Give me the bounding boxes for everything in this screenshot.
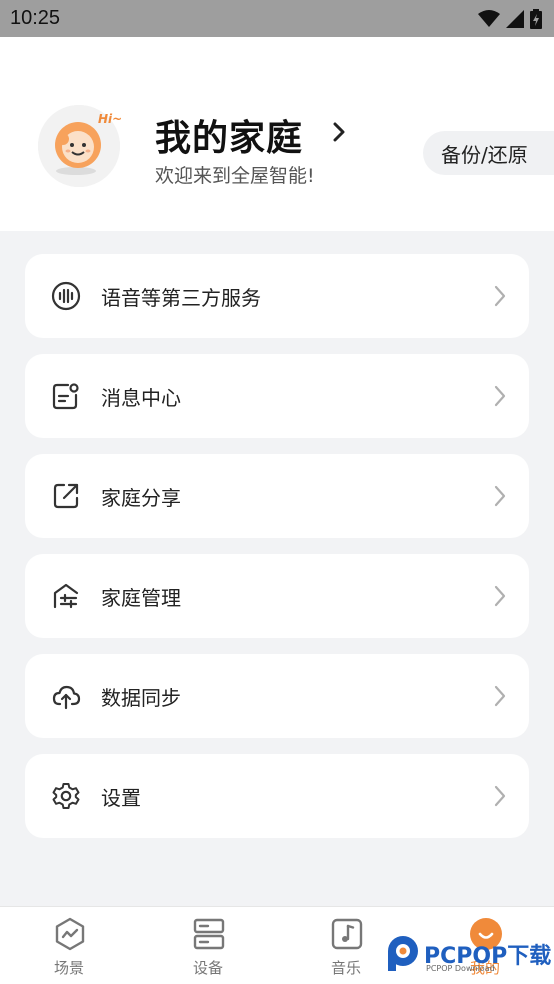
wifi-icon xyxy=(478,9,500,27)
tab-scene[interactable]: 场景 xyxy=(19,907,119,984)
chevron-right-icon[interactable] xyxy=(330,121,348,143)
menu-item-message-center[interactable]: 消息中心 xyxy=(25,354,529,438)
menu-item-label: 家庭分享 xyxy=(101,486,181,510)
chevron-right-icon xyxy=(494,585,506,607)
device-icon xyxy=(193,918,225,950)
chevron-right-icon xyxy=(494,385,506,407)
menu-item-data-sync[interactable]: 数据同步 xyxy=(25,654,529,738)
cloud-upload-icon xyxy=(52,685,81,710)
menu-item-voice-services[interactable]: 语音等第三方服务 xyxy=(25,254,529,338)
home-header: Hi~ 我的家庭 欢迎来到全屋智能! 备份/还原 xyxy=(0,37,554,231)
share-icon xyxy=(53,483,79,509)
status-time: 10:25 xyxy=(10,7,61,29)
pcpop-watermark: PCPOP下载 PCPOP Download xyxy=(384,934,554,978)
signal-icon xyxy=(506,9,524,28)
tab-label: 设备 xyxy=(192,959,223,977)
backup-restore-label: 备份/还原 xyxy=(441,142,528,167)
watermark-sub: PCPOP Download xyxy=(426,964,495,973)
message-icon xyxy=(52,383,79,410)
menu-item-home-share[interactable]: 家庭分享 xyxy=(25,454,529,538)
mascot-face-icon xyxy=(38,105,120,187)
status-bar: 10:25 xyxy=(0,0,554,37)
chevron-right-icon xyxy=(494,485,506,507)
scene-icon xyxy=(55,917,85,951)
home-title[interactable]: 我的家庭 xyxy=(155,109,303,161)
home-manage-icon xyxy=(53,583,79,609)
voice-wave-icon xyxy=(51,281,81,311)
avatar-badge: Hi~ xyxy=(98,112,123,126)
menu-item-label: 消息中心 xyxy=(101,386,181,410)
chevron-right-icon xyxy=(494,285,506,307)
home-subtitle: 欢迎来到全屋智能! xyxy=(155,165,315,187)
chevron-right-icon xyxy=(494,785,506,807)
status-icons xyxy=(478,8,542,29)
pcpop-logo-icon xyxy=(388,936,418,971)
tab-music[interactable]: 音乐 xyxy=(296,907,396,984)
menu-item-label: 语音等第三方服务 xyxy=(101,286,261,310)
battery-icon xyxy=(530,8,542,29)
settings-menu: 语音等第三方服务 消息中心 家庭分享 家庭管理 数据同步 设置 xyxy=(25,254,529,854)
gear-icon xyxy=(52,783,80,809)
music-icon xyxy=(331,918,363,950)
menu-item-label: 设置 xyxy=(101,786,141,810)
chevron-right-icon xyxy=(494,685,506,707)
tab-label: 音乐 xyxy=(330,959,361,977)
backup-restore-button[interactable]: 备份/还原 xyxy=(423,131,554,175)
menu-item-label: 数据同步 xyxy=(101,686,181,710)
menu-item-label: 家庭管理 xyxy=(101,586,181,610)
menu-item-home-management[interactable]: 家庭管理 xyxy=(25,554,529,638)
tab-label: 场景 xyxy=(53,959,84,977)
menu-item-settings[interactable]: 设置 xyxy=(25,754,529,838)
tab-devices[interactable]: 设备 xyxy=(158,907,258,984)
